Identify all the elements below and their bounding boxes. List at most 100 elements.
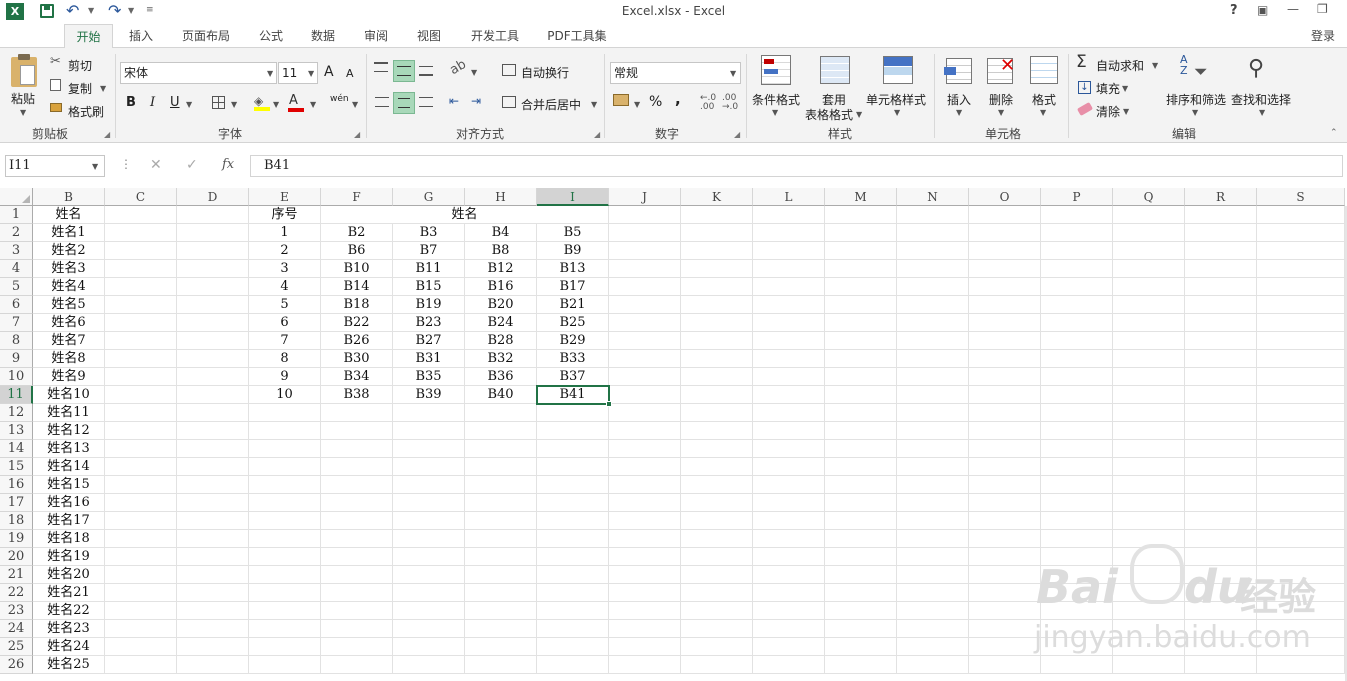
cell-q12[interactable] [1113, 404, 1185, 422]
cell-c13[interactable] [105, 422, 177, 440]
column-header-e[interactable]: E [249, 188, 321, 206]
cell-l11[interactable] [753, 386, 825, 404]
column-header-q[interactable]: Q [1113, 188, 1185, 206]
cell-b15[interactable]: 姓名14 [33, 458, 105, 476]
cell-k1[interactable] [681, 206, 753, 224]
cell-m11[interactable] [825, 386, 897, 404]
cell-d21[interactable] [177, 566, 249, 584]
cell-q11[interactable] [1113, 386, 1185, 404]
cell-s7[interactable] [1257, 314, 1345, 332]
cell-d2[interactable] [177, 224, 249, 242]
cell-q5[interactable] [1113, 278, 1185, 296]
cell-b5[interactable]: 姓名4 [33, 278, 105, 296]
cell-e2[interactable]: 1 [249, 224, 321, 242]
cell-e10[interactable]: 9 [249, 368, 321, 386]
cell-n25[interactable] [897, 638, 969, 656]
cell-l20[interactable] [753, 548, 825, 566]
tab-data[interactable]: 数据 [302, 24, 344, 48]
cell-q14[interactable] [1113, 440, 1185, 458]
cell-c9[interactable] [105, 350, 177, 368]
cell-m7[interactable] [825, 314, 897, 332]
cell-n1[interactable] [897, 206, 969, 224]
cell-i23[interactable] [537, 602, 609, 620]
cell-n18[interactable] [897, 512, 969, 530]
cell-g24[interactable] [393, 620, 465, 638]
cell-s14[interactable] [1257, 440, 1345, 458]
cell-d7[interactable] [177, 314, 249, 332]
ribbon-display-button[interactable]: ▣ [1257, 3, 1268, 17]
clear-button[interactable]: 清除 [1096, 103, 1120, 120]
column-header-f[interactable]: F [321, 188, 393, 206]
row-header-18[interactable]: 18 [0, 512, 33, 530]
cell-c20[interactable] [105, 548, 177, 566]
cell-f10[interactable]: B34 [321, 368, 393, 386]
orientation-dropdown-icon[interactable]: ▼ [471, 68, 477, 77]
cell-f7[interactable]: B22 [321, 314, 393, 332]
cell-r18[interactable] [1185, 512, 1257, 530]
cell-b24[interactable]: 姓名23 [33, 620, 105, 638]
cell-p4[interactable] [1041, 260, 1113, 278]
cell-c26[interactable] [105, 656, 177, 674]
cell-j2[interactable] [609, 224, 681, 242]
cell-c16[interactable] [105, 476, 177, 494]
cell-e18[interactable] [249, 512, 321, 530]
cell-c24[interactable] [105, 620, 177, 638]
cell-k9[interactable] [681, 350, 753, 368]
cell-m1[interactable] [825, 206, 897, 224]
font-name-dropdown-icon[interactable]: ▼ [267, 69, 273, 78]
cell-j24[interactable] [609, 620, 681, 638]
cell-i3[interactable]: B9 [537, 242, 609, 260]
cell-i18[interactable] [537, 512, 609, 530]
cell-l15[interactable] [753, 458, 825, 476]
cell-l24[interactable] [753, 620, 825, 638]
cell-f13[interactable] [321, 422, 393, 440]
cell-r16[interactable] [1185, 476, 1257, 494]
name-box[interactable]: I11 [5, 155, 105, 177]
grow-font-button[interactable]: A [324, 64, 334, 80]
cell-f26[interactable] [321, 656, 393, 674]
cell-k25[interactable] [681, 638, 753, 656]
cell-j26[interactable] [609, 656, 681, 674]
cell-d13[interactable] [177, 422, 249, 440]
cell-k5[interactable] [681, 278, 753, 296]
cell-c5[interactable] [105, 278, 177, 296]
cell-d8[interactable] [177, 332, 249, 350]
align-center-icon[interactable] [393, 92, 415, 114]
cell-r6[interactable] [1185, 296, 1257, 314]
cell-d19[interactable] [177, 530, 249, 548]
name-box-dropdown-icon[interactable]: ▼ [92, 162, 98, 171]
cell-b25[interactable]: 姓名24 [33, 638, 105, 656]
cell-n13[interactable] [897, 422, 969, 440]
cell-l13[interactable] [753, 422, 825, 440]
cell-b23[interactable]: 姓名22 [33, 602, 105, 620]
cell-n4[interactable] [897, 260, 969, 278]
row-header-25[interactable]: 25 [0, 638, 33, 656]
cell-h15[interactable] [465, 458, 537, 476]
cell-e12[interactable] [249, 404, 321, 422]
cell-k26[interactable] [681, 656, 753, 674]
cell-d15[interactable] [177, 458, 249, 476]
cell-o12[interactable] [969, 404, 1041, 422]
cell-d24[interactable] [177, 620, 249, 638]
column-header-n[interactable]: N [897, 188, 969, 206]
format-cells-dropdown-icon[interactable]: ▼ [1040, 108, 1046, 117]
cell-f8[interactable]: B26 [321, 332, 393, 350]
cell-p18[interactable] [1041, 512, 1113, 530]
format-painter-button[interactable]: 格式刷 [68, 103, 104, 120]
cell-e13[interactable] [249, 422, 321, 440]
cell-p7[interactable] [1041, 314, 1113, 332]
cell-b10[interactable]: 姓名9 [33, 368, 105, 386]
cell-f19[interactable] [321, 530, 393, 548]
cell-f23[interactable] [321, 602, 393, 620]
cell-n19[interactable] [897, 530, 969, 548]
cell-g11[interactable]: B39 [393, 386, 465, 404]
cell-c21[interactable] [105, 566, 177, 584]
cell-q9[interactable] [1113, 350, 1185, 368]
cell-k8[interactable] [681, 332, 753, 350]
cell-d10[interactable] [177, 368, 249, 386]
cell-k14[interactable] [681, 440, 753, 458]
cell-n21[interactable] [897, 566, 969, 584]
clipboard-launcher-icon[interactable]: ◢ [104, 130, 110, 139]
cell-m15[interactable] [825, 458, 897, 476]
cell-m14[interactable] [825, 440, 897, 458]
